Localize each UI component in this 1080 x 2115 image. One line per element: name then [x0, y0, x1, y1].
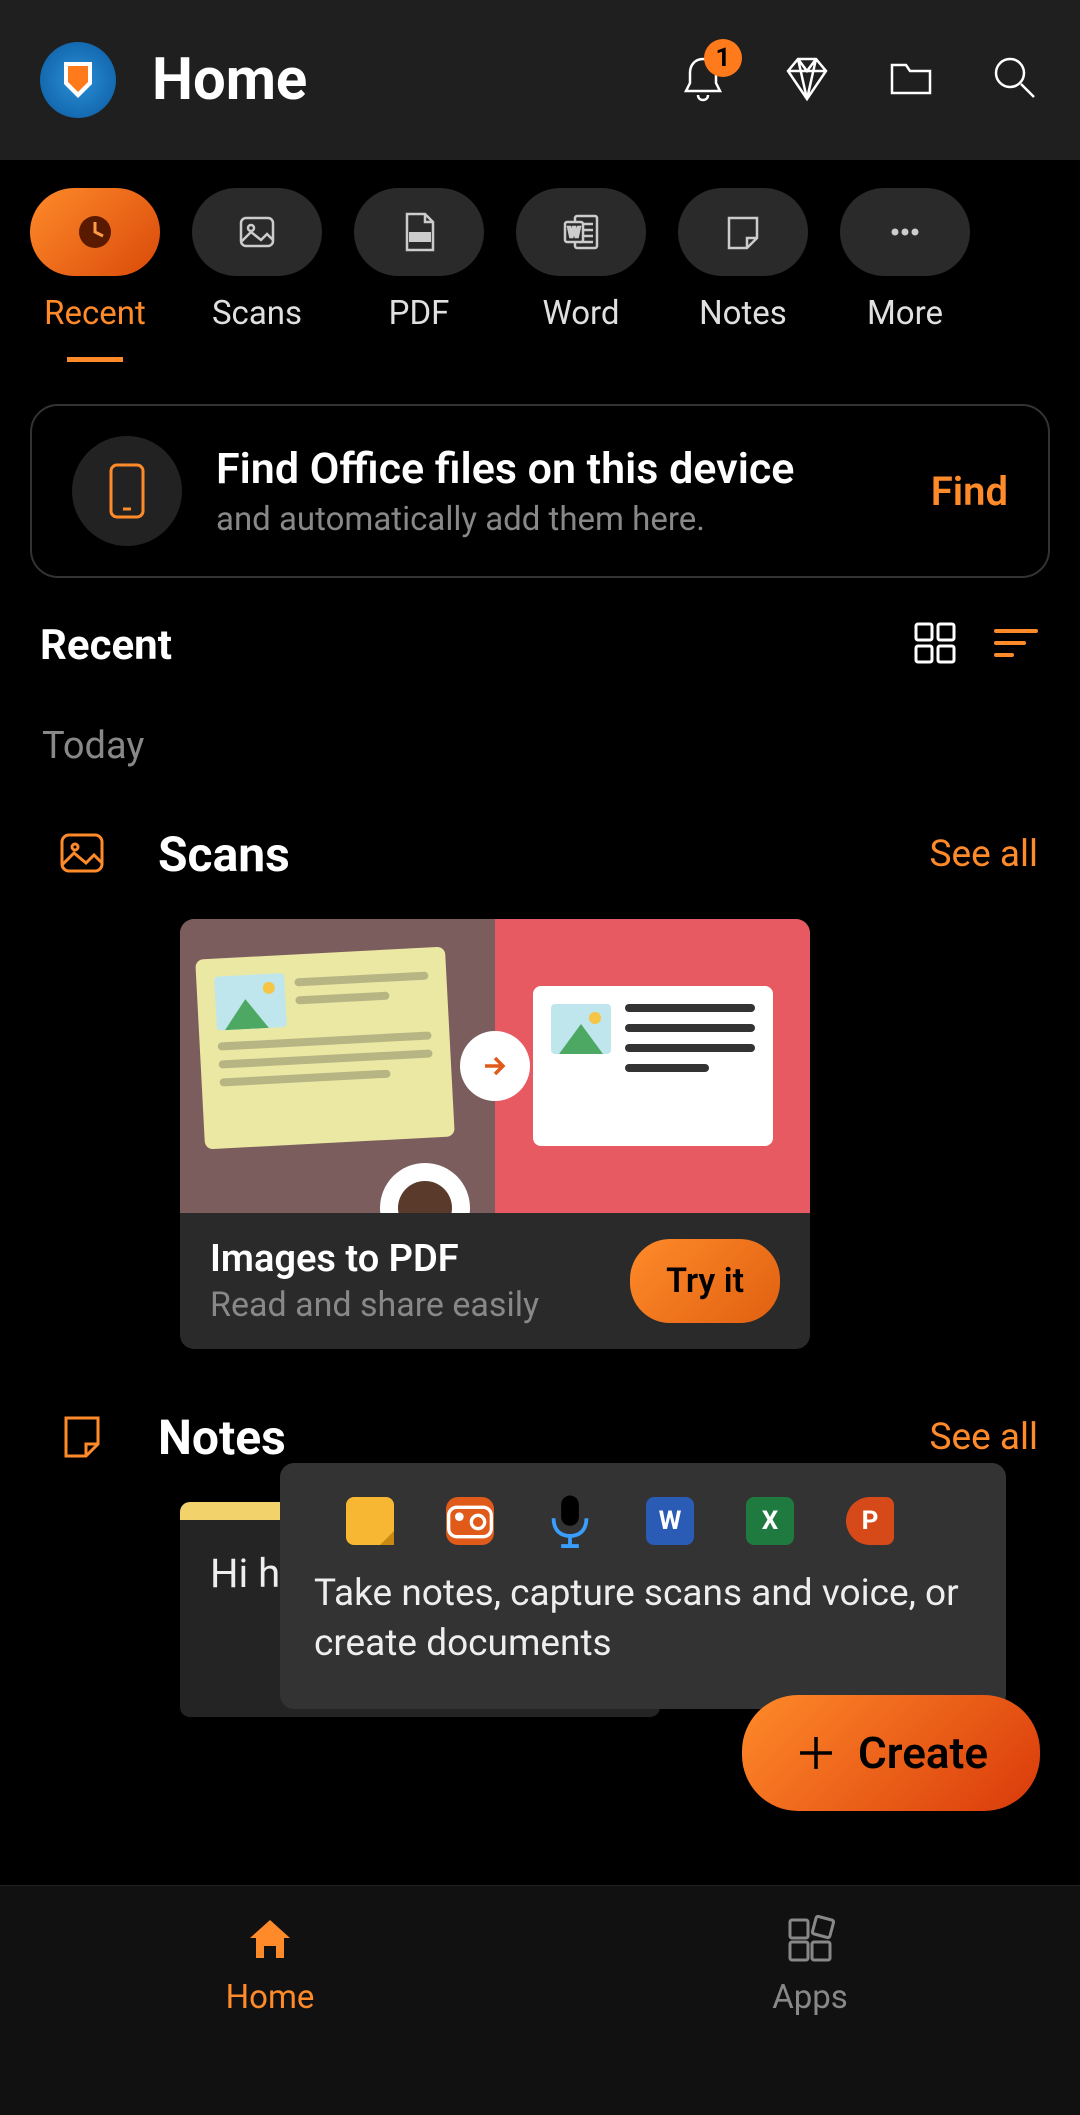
- header: Home 1: [0, 0, 1080, 160]
- scan-card-subtitle: Read and share easily: [210, 1285, 610, 1325]
- scans-section-header: Scans See all: [0, 788, 1080, 901]
- notification-badge: 1: [704, 39, 742, 77]
- nav-home[interactable]: Home: [0, 1914, 540, 2115]
- filter-recent[interactable]: Recent: [30, 188, 160, 362]
- find-files-banner[interactable]: Find Office files on this device and aut…: [30, 404, 1050, 578]
- camera-icon: [446, 1497, 494, 1545]
- create-fab[interactable]: Create: [742, 1695, 1040, 1811]
- filter-word[interactable]: W Word: [516, 188, 646, 333]
- bottom-nav: Home Apps: [0, 1885, 1080, 2115]
- scan-card[interactable]: Images to PDF Read and share easily Try …: [180, 919, 810, 1349]
- filter-notes[interactable]: Notes: [678, 188, 808, 333]
- pdf-icon: PDF: [354, 188, 484, 276]
- folder-button[interactable]: [886, 53, 936, 107]
- banner-subtitle: and automatically add them here.: [216, 500, 897, 539]
- scan-card-title: Images to PDF: [210, 1237, 610, 1281]
- image-icon: [192, 188, 322, 276]
- notifications-button[interactable]: 1: [678, 53, 728, 107]
- app-logo[interactable]: [40, 42, 116, 118]
- sort-button[interactable]: [992, 625, 1040, 665]
- header-icons: 1: [678, 53, 1040, 107]
- image-icon: [56, 827, 108, 883]
- word-icon: W: [646, 1497, 694, 1545]
- arrow-icon: [460, 1031, 530, 1101]
- mic-icon: [546, 1497, 594, 1545]
- svg-text:PDF: PDF: [413, 233, 428, 242]
- try-it-button[interactable]: Try it: [630, 1239, 780, 1323]
- search-button[interactable]: [990, 53, 1040, 107]
- see-all-notes[interactable]: See all: [929, 1416, 1038, 1459]
- word-icon: W: [516, 188, 646, 276]
- note-icon: [56, 1410, 108, 1466]
- section-bar: Recent: [0, 578, 1080, 690]
- premium-button[interactable]: [782, 53, 832, 107]
- nav-apps[interactable]: Apps: [540, 1914, 1080, 2115]
- find-button[interactable]: Find: [931, 468, 1008, 515]
- svg-text:W: W: [568, 225, 581, 241]
- filter-pdf[interactable]: PDF PDF: [354, 188, 484, 333]
- more-icon: [840, 188, 970, 276]
- filter-scans[interactable]: Scans: [192, 188, 322, 333]
- grid-view-toggle[interactable]: [912, 620, 958, 670]
- note-icon: [346, 1497, 394, 1545]
- date-group-label: Today: [0, 690, 1080, 788]
- banner-title: Find Office files on this device: [216, 444, 897, 494]
- note-icon: [678, 188, 808, 276]
- tooltip-text: Take notes, capture scans and voice, or …: [314, 1569, 972, 1669]
- page-title: Home: [152, 46, 642, 114]
- powerpoint-icon: P: [846, 1497, 894, 1545]
- clock-icon: [30, 188, 160, 276]
- scan-illustration: [180, 919, 810, 1213]
- section-title: Recent: [40, 621, 878, 670]
- see-all-scans[interactable]: See all: [929, 833, 1038, 876]
- excel-icon: X: [746, 1497, 794, 1545]
- phone-icon: [72, 436, 182, 546]
- filter-more[interactable]: More: [840, 188, 970, 333]
- filter-tabs: Recent Scans PDF PDF W Word Notes More: [0, 160, 1080, 362]
- create-tooltip: W X P Take notes, capture scans and voic…: [280, 1463, 1006, 1709]
